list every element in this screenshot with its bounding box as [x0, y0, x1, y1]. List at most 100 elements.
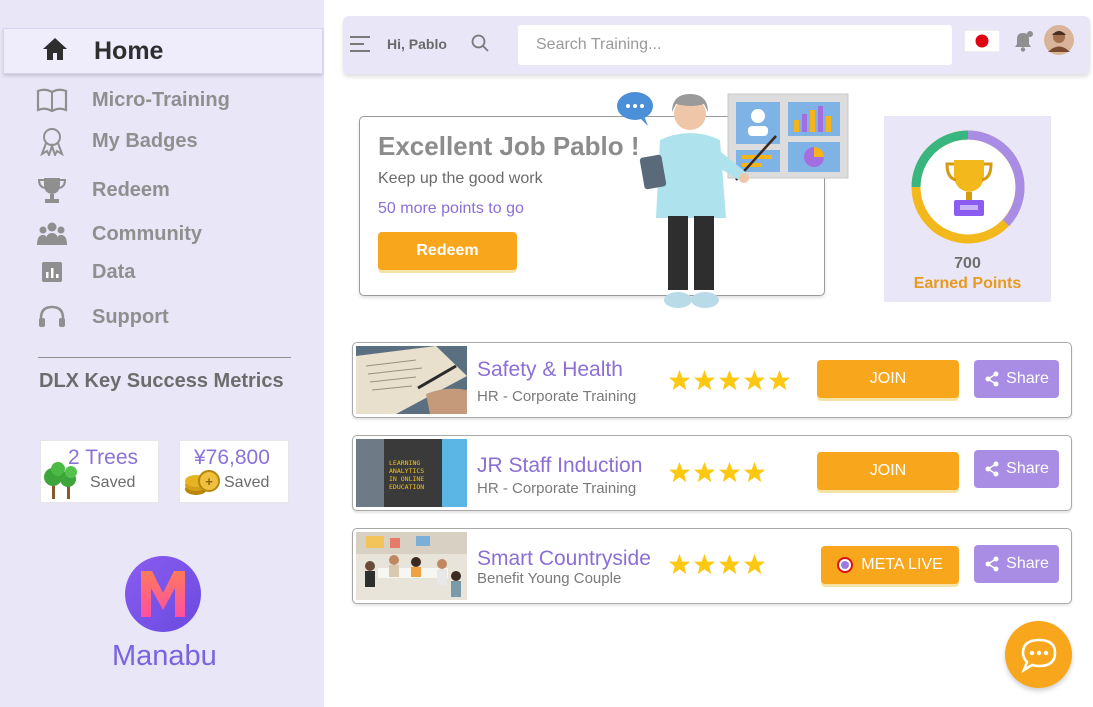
star-icon	[693, 553, 716, 575]
join-label: JOIN	[869, 370, 907, 387]
app-root: Home Micro-Training My Badges Redeem Com	[0, 0, 1093, 707]
brand-name: Manabu	[112, 640, 217, 672]
join-button[interactable]: JOIN	[817, 360, 959, 398]
trophy-icon	[944, 156, 994, 225]
sidebar-item-label: Support	[92, 305, 169, 328]
meta-live-button[interactable]: META LIVE	[821, 546, 959, 584]
metric-label: Saved	[90, 474, 136, 491]
hero-title: Excellent Job Pablo !	[378, 131, 640, 161]
join-button[interactable]: JOIN	[817, 452, 959, 490]
menu-icon[interactable]	[350, 34, 370, 59]
brand-logo[interactable]: Manabu	[112, 555, 217, 673]
star-icon	[718, 553, 741, 575]
sidebar-item-label: Data	[92, 260, 136, 283]
sidebar-item-data[interactable]: Data	[36, 256, 135, 288]
share-label: Share	[1006, 370, 1049, 387]
star-icon	[668, 553, 691, 575]
course-title[interactable]: JR Staff Induction	[477, 454, 642, 478]
sidebar-item-label: Home	[94, 36, 164, 65]
hero-subtitle: Keep up the good work	[378, 170, 543, 187]
course-subtitle: Benefit Young Couple	[477, 570, 622, 587]
live-record-icon	[837, 557, 854, 573]
points-to-go: 50 more points to go	[378, 200, 524, 217]
course-row[interactable]: Safety & Health HR - Corporate Training …	[352, 342, 1072, 418]
metric-value: 2 Trees	[68, 446, 139, 469]
book-line-1: LEARNING	[389, 459, 420, 467]
rating-stars	[668, 461, 766, 484]
redeem-button[interactable]: Redeem	[378, 232, 517, 270]
share-icon	[985, 461, 999, 477]
meta-live-label: META LIVE	[861, 556, 943, 573]
sidebar: Home Micro-Training My Badges Redeem Com	[0, 0, 324, 707]
star-icon	[693, 369, 716, 391]
badge-icon	[36, 127, 68, 156]
metrics-title: DLX Key Success Metrics	[39, 370, 284, 392]
hero-illustration	[612, 88, 854, 318]
course-subtitle: HR - Corporate Training	[477, 480, 637, 497]
avatar[interactable]	[1044, 25, 1074, 60]
star-icon	[743, 369, 766, 391]
book-line-4: EDUCATION	[389, 483, 424, 491]
sidebar-item-community[interactable]: Community	[36, 218, 202, 250]
manabu-logo-icon	[125, 556, 201, 632]
book-line-3: IN ONLINE	[389, 475, 424, 483]
sidebar-item-micro-training[interactable]: Micro-Training	[36, 84, 230, 116]
star-icon	[693, 461, 716, 483]
sidebar-item-label: Redeem	[92, 178, 170, 201]
star-icon	[743, 553, 766, 575]
sidebar-item-label: Community	[92, 222, 202, 245]
chat-button[interactable]	[1005, 621, 1072, 688]
greeting: Hi, Pablo	[387, 36, 447, 52]
course-thumbnail: LEARNING ANALYTICS IN ONLINE EDUCATION	[356, 439, 467, 507]
metric-label: Saved	[224, 474, 270, 491]
sidebar-item-support[interactable]: Support	[36, 301, 169, 333]
share-icon	[985, 556, 999, 572]
top-bar: Hi, Pablo	[343, 16, 1090, 74]
headset-icon	[36, 303, 68, 331]
book-icon	[36, 86, 68, 114]
rating-stars	[668, 553, 766, 576]
svg-text:+: +	[205, 474, 213, 489]
share-button[interactable]: Share	[974, 450, 1059, 488]
sidebar-item-home[interactable]: Home	[3, 28, 323, 74]
sidebar-item-my-badges[interactable]: My Badges	[36, 125, 198, 157]
star-icon	[743, 461, 766, 483]
points-label: Earned Points	[913, 275, 1022, 292]
book-line-2: ANALYTICS	[389, 467, 424, 475]
people-icon	[36, 220, 68, 248]
points-card: 700 Earned Points	[884, 116, 1051, 302]
course-row[interactable]: Smart Countryside Benefit Young Couple M…	[352, 528, 1072, 604]
share-label: Share	[1006, 460, 1049, 477]
star-icon	[668, 461, 691, 483]
course-subtitle: HR - Corporate Training	[477, 388, 637, 405]
search-input[interactable]	[518, 25, 952, 65]
trophy-icon	[36, 176, 68, 204]
points-value: 700	[954, 255, 981, 272]
join-label: JOIN	[869, 462, 907, 479]
course-title[interactable]: Smart Countryside	[477, 547, 651, 571]
share-button[interactable]: Share	[974, 360, 1059, 398]
sidebar-item-redeem[interactable]: Redeem	[36, 174, 170, 206]
search-icon[interactable]	[471, 34, 489, 57]
share-button[interactable]: Share	[974, 545, 1059, 583]
chat-bubble-icon	[1020, 638, 1056, 673]
course-thumbnail	[356, 532, 467, 600]
metric-card-trees: 2 Trees Saved	[40, 440, 159, 503]
rating-stars	[668, 369, 791, 392]
share-icon	[985, 371, 999, 387]
coins-icon: +	[184, 467, 220, 502]
course-title[interactable]: Safety & Health	[477, 358, 623, 382]
bell-icon[interactable]	[1011, 29, 1035, 58]
sidebar-item-label: Micro-Training	[92, 88, 230, 111]
chart-icon	[36, 258, 68, 286]
share-label: Share	[1006, 555, 1049, 572]
star-icon	[668, 369, 691, 391]
star-icon	[718, 369, 741, 391]
course-row[interactable]: LEARNING ANALYTICS IN ONLINE EDUCATION J…	[352, 435, 1072, 511]
metric-card-savings: + ¥76,800 Saved	[179, 440, 289, 503]
japan-flag-icon[interactable]	[963, 29, 1001, 57]
star-icon	[718, 461, 741, 483]
home-icon	[42, 37, 68, 66]
sidebar-item-label: My Badges	[92, 129, 198, 152]
sidebar-divider	[38, 357, 291, 358]
